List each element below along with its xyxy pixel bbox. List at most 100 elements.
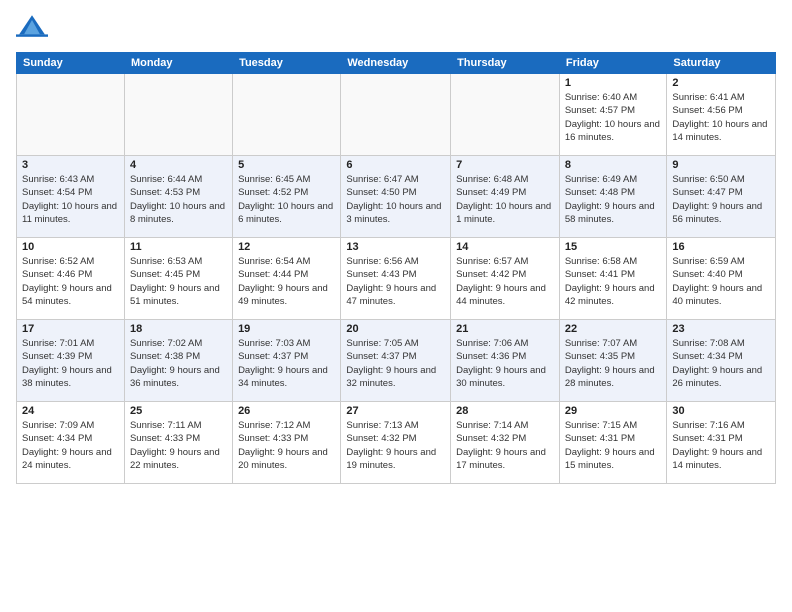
- day-info: Sunrise: 7:11 AM Sunset: 4:33 PM Dayligh…: [130, 419, 227, 472]
- day-cell: 1 Sunrise: 6:40 AM Sunset: 4:57 PM Daylig…: [559, 74, 667, 156]
- day-info: Sunrise: 7:01 AM Sunset: 4:39 PM Dayligh…: [22, 337, 119, 390]
- day-cell: 3 Sunrise: 6:43 AM Sunset: 4:54 PM Daylig…: [17, 156, 125, 238]
- day-number: 3: [22, 159, 119, 171]
- day-cell: [451, 74, 560, 156]
- day-cell: 6 Sunrise: 6:47 AM Sunset: 4:50 PM Daylig…: [341, 156, 451, 238]
- day-info: Sunrise: 6:47 AM Sunset: 4:50 PM Dayligh…: [346, 173, 445, 226]
- day-number: 18: [130, 323, 227, 335]
- calendar: SundayMondayTuesdayWednesdayThursdayFrid…: [16, 52, 776, 484]
- weekday-header-tuesday: Tuesday: [233, 53, 341, 74]
- day-info: Sunrise: 7:12 AM Sunset: 4:33 PM Dayligh…: [238, 419, 335, 472]
- day-info: Sunrise: 6:40 AM Sunset: 4:57 PM Dayligh…: [565, 91, 662, 144]
- day-cell: [341, 74, 451, 156]
- day-info: Sunrise: 6:41 AM Sunset: 4:56 PM Dayligh…: [672, 91, 770, 144]
- day-number: 24: [22, 405, 119, 417]
- day-info: Sunrise: 7:02 AM Sunset: 4:38 PM Dayligh…: [130, 337, 227, 390]
- day-cell: 19 Sunrise: 7:03 AM Sunset: 4:37 PM Dayli…: [233, 320, 341, 402]
- week-row-3: 10 Sunrise: 6:52 AM Sunset: 4:46 PM Dayli…: [17, 238, 776, 320]
- day-cell: 25Sunrise: 7:11 AM Sunset: 4:33 PM Dayli…: [124, 402, 232, 484]
- day-number: 8: [565, 159, 662, 171]
- day-info: Sunrise: 6:50 AM Sunset: 4:47 PM Dayligh…: [672, 173, 770, 226]
- day-number: 20: [346, 323, 445, 335]
- day-cell: 10 Sunrise: 6:52 AM Sunset: 4:46 PM Dayli…: [17, 238, 125, 320]
- weekday-header-thursday: Thursday: [451, 53, 560, 74]
- day-cell: 12Sunrise: 6:54 AM Sunset: 4:44 PM Dayli…: [233, 238, 341, 320]
- day-cell: 20 Sunrise: 7:05 AM Sunset: 4:37 PM Dayli…: [341, 320, 451, 402]
- day-cell: [233, 74, 341, 156]
- week-row-1: 1 Sunrise: 6:40 AM Sunset: 4:57 PM Daylig…: [17, 74, 776, 156]
- day-cell: 30 Sunrise: 7:16 AM Sunset: 4:31 PM Dayli…: [667, 402, 776, 484]
- day-number: 1: [565, 77, 662, 89]
- day-info: Sunrise: 7:09 AM Sunset: 4:34 PM Dayligh…: [22, 419, 119, 472]
- day-cell: 28 Sunrise: 7:14 AM Sunset: 4:32 PM Dayli…: [451, 402, 560, 484]
- day-info: Sunrise: 7:06 AM Sunset: 4:36 PM Dayligh…: [456, 337, 554, 390]
- day-cell: 26 Sunrise: 7:12 AM Sunset: 4:33 PM Dayli…: [233, 402, 341, 484]
- day-cell: 13 Sunrise: 6:56 AM Sunset: 4:43 PM Dayli…: [341, 238, 451, 320]
- day-number: 9: [672, 159, 770, 171]
- week-row-5: 24 Sunrise: 7:09 AM Sunset: 4:34 PM Dayli…: [17, 402, 776, 484]
- weekday-header-monday: Monday: [124, 53, 232, 74]
- day-cell: 24 Sunrise: 7:09 AM Sunset: 4:34 PM Dayli…: [17, 402, 125, 484]
- weekday-header-saturday: Saturday: [667, 53, 776, 74]
- day-info: Sunrise: 6:59 AM Sunset: 4:40 PM Dayligh…: [672, 255, 770, 308]
- day-cell: 22 Sunrise: 7:07 AM Sunset: 4:35 PM Dayli…: [559, 320, 667, 402]
- day-number: 28: [456, 405, 554, 417]
- day-number: 11: [130, 241, 227, 253]
- logo-icon: [16, 12, 48, 44]
- day-number: 19: [238, 323, 335, 335]
- day-number: 6: [346, 159, 445, 171]
- day-number: 15: [565, 241, 662, 253]
- day-cell: 21 Sunrise: 7:06 AM Sunset: 4:36 PM Dayli…: [451, 320, 560, 402]
- week-row-4: 17Sunrise: 7:01 AM Sunset: 4:39 PM Dayli…: [17, 320, 776, 402]
- day-info: Sunrise: 7:08 AM Sunset: 4:34 PM Dayligh…: [672, 337, 770, 390]
- day-info: Sunrise: 6:53 AM Sunset: 4:45 PM Dayligh…: [130, 255, 227, 308]
- day-number: 10: [22, 241, 119, 253]
- day-cell: 4Sunrise: 6:44 AM Sunset: 4:53 PM Daylig…: [124, 156, 232, 238]
- day-info: Sunrise: 6:56 AM Sunset: 4:43 PM Dayligh…: [346, 255, 445, 308]
- page: SundayMondayTuesdayWednesdayThursdayFrid…: [0, 0, 792, 612]
- day-number: 23: [672, 323, 770, 335]
- day-cell: 16Sunrise: 6:59 AM Sunset: 4:40 PM Dayli…: [667, 238, 776, 320]
- weekday-header-wednesday: Wednesday: [341, 53, 451, 74]
- day-info: Sunrise: 6:58 AM Sunset: 4:41 PM Dayligh…: [565, 255, 662, 308]
- day-cell: 2Sunrise: 6:41 AM Sunset: 4:56 PM Daylig…: [667, 74, 776, 156]
- day-info: Sunrise: 6:43 AM Sunset: 4:54 PM Dayligh…: [22, 173, 119, 226]
- weekday-header-row: SundayMondayTuesdayWednesdayThursdayFrid…: [17, 53, 776, 74]
- day-info: Sunrise: 7:03 AM Sunset: 4:37 PM Dayligh…: [238, 337, 335, 390]
- day-info: Sunrise: 6:49 AM Sunset: 4:48 PM Dayligh…: [565, 173, 662, 226]
- day-cell: 9 Sunrise: 6:50 AM Sunset: 4:47 PM Daylig…: [667, 156, 776, 238]
- day-cell: 18 Sunrise: 7:02 AM Sunset: 4:38 PM Dayli…: [124, 320, 232, 402]
- header: [16, 12, 776, 44]
- logo: [16, 12, 52, 44]
- day-number: 22: [565, 323, 662, 335]
- day-info: Sunrise: 7:14 AM Sunset: 4:32 PM Dayligh…: [456, 419, 554, 472]
- day-info: Sunrise: 6:45 AM Sunset: 4:52 PM Dayligh…: [238, 173, 335, 226]
- day-cell: 15 Sunrise: 6:58 AM Sunset: 4:41 PM Dayli…: [559, 238, 667, 320]
- day-info: Sunrise: 7:13 AM Sunset: 4:32 PM Dayligh…: [346, 419, 445, 472]
- day-cell: 7 Sunrise: 6:48 AM Sunset: 4:49 PM Daylig…: [451, 156, 560, 238]
- day-number: 13: [346, 241, 445, 253]
- day-info: Sunrise: 6:57 AM Sunset: 4:42 PM Dayligh…: [456, 255, 554, 308]
- day-cell: 23 Sunrise: 7:08 AM Sunset: 4:34 PM Dayli…: [667, 320, 776, 402]
- day-cell: 5 Sunrise: 6:45 AM Sunset: 4:52 PM Daylig…: [233, 156, 341, 238]
- day-number: 14: [456, 241, 554, 253]
- week-row-2: 3 Sunrise: 6:43 AM Sunset: 4:54 PM Daylig…: [17, 156, 776, 238]
- day-info: Sunrise: 6:48 AM Sunset: 4:49 PM Dayligh…: [456, 173, 554, 226]
- day-number: 29: [565, 405, 662, 417]
- day-cell: 8 Sunrise: 6:49 AM Sunset: 4:48 PM Daylig…: [559, 156, 667, 238]
- day-info: Sunrise: 7:07 AM Sunset: 4:35 PM Dayligh…: [565, 337, 662, 390]
- day-number: 5: [238, 159, 335, 171]
- day-cell: 17Sunrise: 7:01 AM Sunset: 4:39 PM Dayli…: [17, 320, 125, 402]
- day-number: 30: [672, 405, 770, 417]
- day-info: Sunrise: 7:05 AM Sunset: 4:37 PM Dayligh…: [346, 337, 445, 390]
- day-number: 7: [456, 159, 554, 171]
- day-number: 26: [238, 405, 335, 417]
- day-number: 27: [346, 405, 445, 417]
- day-info: Sunrise: 7:16 AM Sunset: 4:31 PM Dayligh…: [672, 419, 770, 472]
- day-cell: [17, 74, 125, 156]
- day-info: Sunrise: 6:52 AM Sunset: 4:46 PM Dayligh…: [22, 255, 119, 308]
- weekday-header-friday: Friday: [559, 53, 667, 74]
- day-cell: [124, 74, 232, 156]
- day-number: 21: [456, 323, 554, 335]
- weekday-header-sunday: Sunday: [17, 53, 125, 74]
